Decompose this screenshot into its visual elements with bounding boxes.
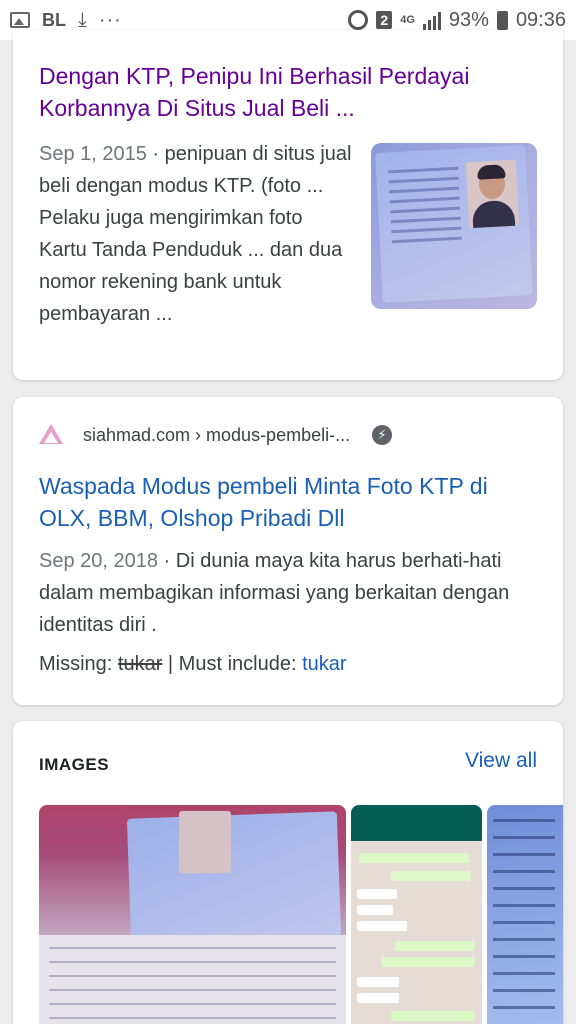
must-include-link[interactable]: tukar xyxy=(302,653,346,675)
search-result-card: siahmad.com › modus-pembeli-... ⚡ Waspad… xyxy=(13,397,563,705)
images-card: IMAGES View all xyxy=(13,721,563,1024)
view-all-link[interactable]: View all xyxy=(465,749,537,773)
id-photo xyxy=(179,811,231,873)
network-type: 4G xyxy=(400,14,415,26)
alarm-icon xyxy=(348,10,369,30)
result-date: Sep 1, 2015 xyxy=(39,143,147,165)
result-title-link[interactable]: Waspada Modus pembeli Minta Foto KTP di … xyxy=(39,470,543,534)
clock: 09:36 xyxy=(515,8,566,31)
result-title-link[interactable]: Dengan KTP, Penipu Ini Berhasil Perdayai… xyxy=(39,60,543,124)
missing-label: Missing: xyxy=(39,653,118,675)
chat-header xyxy=(351,805,482,841)
image-icon xyxy=(10,12,30,28)
image-result[interactable] xyxy=(351,805,482,1024)
images-heading: IMAGES xyxy=(39,755,110,774)
signal-icon xyxy=(422,10,441,30)
battery-icon xyxy=(496,10,508,30)
search-result-card: Dengan KTP, Penipu Ini Berhasil Perdayai… xyxy=(13,30,563,380)
image-result[interactable] xyxy=(39,805,346,1024)
status-left-text: BL xyxy=(42,9,66,30)
must-include-label: | Must include: xyxy=(162,653,303,675)
site-logo-icon xyxy=(39,424,63,446)
id-card-image xyxy=(375,145,533,303)
result-url: siahmad.com › modus-pembeli-... xyxy=(83,424,351,445)
id-card-image xyxy=(126,811,342,944)
notification-badge: 2 xyxy=(376,11,393,29)
amp-lightning-icon: ⚡ xyxy=(372,425,393,445)
result-date: Sep 20, 2018 xyxy=(39,550,158,572)
download-icon: ⤓ xyxy=(78,8,87,31)
image-result[interactable] xyxy=(487,805,563,1024)
snippet-separator: · xyxy=(158,550,176,572)
result-thumbnail[interactable] xyxy=(371,143,537,309)
battery-percent: 93% xyxy=(448,8,489,31)
result-snippet: Sep 1, 2015 · penipuan di situs jual bel… xyxy=(39,138,355,330)
result-snippet: Sep 20, 2018 · Di dunia maya kita harus … xyxy=(39,545,549,641)
snippet-separator: · xyxy=(146,143,165,165)
snippet-text: penipuan di situs jual beli dengan modus… xyxy=(39,143,352,325)
missing-word: tukar xyxy=(117,653,163,675)
more-icon: ··· xyxy=(98,8,122,31)
missing-terms: Missing: tukar | Must include: tukar xyxy=(39,653,347,676)
result-source[interactable]: siahmad.com › modus-pembeli-... ⚡ xyxy=(39,421,543,449)
handwritten-paper xyxy=(39,935,346,1024)
